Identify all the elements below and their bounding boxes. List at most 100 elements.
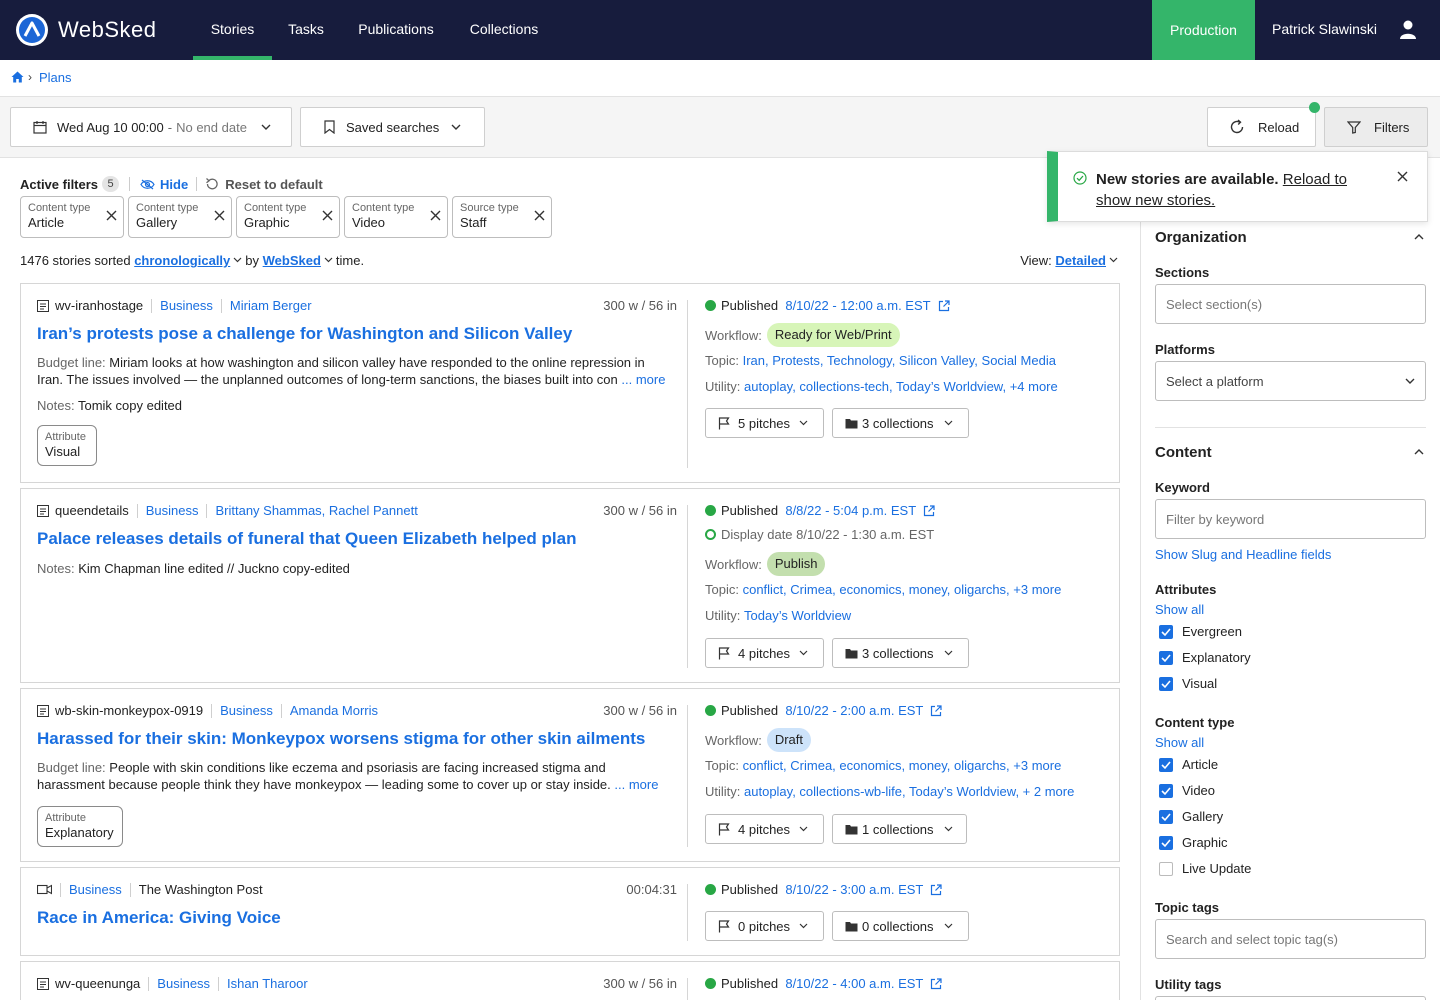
content-type-checkbox-gallery[interactable]: Gallery (1159, 809, 1223, 824)
more-link[interactable]: ... more (614, 777, 658, 792)
user-icon[interactable] (1400, 20, 1416, 40)
filter-chip[interactable]: Source type Staff (452, 196, 552, 238)
content-type-show-all-link[interactable]: Show all (1155, 735, 1204, 750)
story-author[interactable]: Ishan Tharoor (227, 976, 308, 991)
story-headline[interactable]: Palace releases details of funeral that … (37, 529, 576, 549)
topic-links[interactable]: Iran, Protests, Technology, Silicon Vall… (743, 353, 1056, 368)
user-name[interactable]: Patrick Slawinski (1272, 21, 1377, 37)
checkbox[interactable] (1159, 861, 1173, 876)
show-slug-headline-link[interactable]: Show Slug and Headline fields (1155, 547, 1331, 562)
external-link-icon[interactable] (938, 299, 950, 312)
story-section[interactable]: Business (220, 703, 273, 718)
external-link-icon[interactable] (930, 883, 942, 896)
story-card[interactable]: wv-iranhostage Business Miriam Berger 30… (20, 283, 1120, 483)
story-author[interactable]: Miriam Berger (230, 298, 312, 313)
platforms-select[interactable]: Select a platform (1155, 361, 1426, 401)
story-author[interactable]: Amanda Morris (290, 703, 378, 718)
published-date[interactable]: 8/8/22 - 5:04 p.m. EST (785, 503, 916, 518)
published-date[interactable]: 8/10/22 - 2:00 a.m. EST (785, 703, 923, 718)
published-date[interactable]: 8/10/22 - 4:00 a.m. EST (785, 976, 923, 991)
external-link-icon[interactable] (930, 704, 942, 717)
story-card[interactable]: queendetails Business Brittany Shammas, … (20, 488, 1120, 683)
checkbox[interactable] (1159, 809, 1173, 824)
story-headline[interactable]: Race in America: Giving Voice (37, 908, 281, 928)
topic-links[interactable]: conflict, Crimea, economics, money, olig… (743, 758, 1062, 773)
filter-chip[interactable]: Content type Gallery (128, 196, 232, 238)
checkbox[interactable] (1159, 783, 1173, 798)
story-section[interactable]: Business (160, 298, 213, 313)
pitches-dropdown[interactable]: 4 pitches (705, 814, 824, 844)
story-card[interactable]: wb-skin-monkeypox-0919 Business Amanda M… (20, 688, 1120, 862)
filter-chip[interactable]: Content type Graphic (236, 196, 340, 238)
story-section[interactable]: Business (157, 976, 210, 991)
story-section[interactable]: Business (69, 882, 122, 897)
breadcrumb-plans[interactable]: Plans (39, 70, 72, 85)
utility-links[interactable]: autoplay, collections-tech, Today’s Worl… (744, 379, 1058, 394)
saved-searches-dropdown[interactable]: Saved searches (300, 107, 485, 147)
home-icon[interactable] (11, 71, 24, 83)
sort-source-dropdown[interactable]: WebSked (263, 253, 321, 268)
checkbox[interactable] (1159, 624, 1173, 639)
story-section[interactable]: Business (146, 503, 199, 518)
content-heading[interactable]: Content (1155, 444, 1212, 461)
hide-filters-button[interactable]: Hide (160, 177, 188, 192)
checkbox[interactable] (1159, 676, 1173, 691)
keyword-input[interactable] (1155, 499, 1426, 539)
published-date[interactable]: 8/10/22 - 12:00 a.m. EST (785, 298, 930, 313)
view-mode-dropdown[interactable]: Detailed (1055, 253, 1106, 268)
tab-stories[interactable]: Stories (193, 0, 272, 60)
content-type-checkbox-graphic[interactable]: Graphic (1159, 835, 1228, 850)
reload-button[interactable]: Reload (1207, 107, 1316, 147)
story-card[interactable]: wv-queenunga Business Ishan Tharoor 300 … (20, 961, 1120, 1000)
collections-dropdown[interactable]: 3 collections (832, 638, 969, 668)
chevron-up-icon[interactable] (1414, 234, 1424, 240)
story-headline[interactable]: Iran’s protests pose a challenge for Was… (37, 324, 572, 344)
utility-links[interactable]: Today’s Worldview (744, 608, 851, 623)
filters-button[interactable]: Filters (1324, 107, 1428, 147)
pitches-dropdown[interactable]: 5 pitches (705, 408, 824, 438)
story-card[interactable]: Business The Washington Post 00:04:31 Ra… (20, 867, 1120, 956)
utility-links[interactable]: autoplay, collections-wb-life, Today’s W… (744, 784, 1074, 799)
external-link-icon[interactable] (923, 504, 935, 517)
close-icon[interactable] (534, 210, 545, 221)
story-author[interactable]: Brittany Shammas, Rachel Pannett (215, 503, 417, 518)
collections-dropdown[interactable]: 1 collections (832, 814, 967, 844)
close-icon[interactable] (1397, 171, 1408, 182)
close-icon[interactable] (106, 210, 117, 221)
organization-heading[interactable]: Organization (1155, 229, 1247, 246)
close-icon[interactable] (430, 210, 441, 221)
sort-order-dropdown[interactable]: chronologically (134, 253, 230, 268)
environment-button[interactable]: Production (1152, 0, 1255, 60)
pitches-dropdown[interactable]: 4 pitches (705, 638, 824, 668)
published-date[interactable]: 8/10/22 - 3:00 a.m. EST (785, 882, 923, 897)
pitches-dropdown[interactable]: 0 pitches (705, 911, 824, 941)
sections-input[interactable] (1155, 284, 1426, 324)
checkbox[interactable] (1159, 835, 1173, 850)
attributes-show-all-link[interactable]: Show all (1155, 602, 1204, 617)
date-range-picker[interactable]: Wed Aug 10 00:00 - No end date (10, 107, 292, 147)
external-link-icon[interactable] (930, 977, 942, 990)
tab-collections[interactable]: Collections (460, 0, 548, 60)
collections-dropdown[interactable]: 3 collections (832, 408, 969, 438)
content-type-checkbox-live-update[interactable]: Live Update (1159, 861, 1251, 876)
content-type-checkbox-article[interactable]: Article (1159, 757, 1218, 772)
topic-tags-input[interactable] (1155, 919, 1426, 959)
reset-to-default-button[interactable]: Reset to default (225, 177, 323, 192)
utility-tags-input[interactable] (1155, 996, 1426, 1000)
close-icon[interactable] (322, 210, 333, 221)
attribute-checkbox-visual[interactable]: Visual (1159, 676, 1217, 691)
tab-publications[interactable]: Publications (348, 0, 444, 60)
tab-tasks[interactable]: Tasks (280, 0, 332, 60)
checkbox[interactable] (1159, 757, 1173, 772)
topic-links[interactable]: conflict, Crimea, economics, money, olig… (743, 582, 1062, 597)
story-headline[interactable]: Harassed for their skin: Monkeypox worse… (37, 729, 645, 749)
attribute-checkbox-explanatory[interactable]: Explanatory (1159, 650, 1251, 665)
attribute-checkbox-evergreen[interactable]: Evergreen (1159, 624, 1242, 639)
close-icon[interactable] (214, 210, 225, 221)
filter-chip[interactable]: Content type Article (20, 196, 124, 238)
content-type-checkbox-video[interactable]: Video (1159, 783, 1215, 798)
chevron-up-icon[interactable] (1414, 449, 1424, 455)
websked-logo[interactable] (16, 14, 48, 46)
filter-chip[interactable]: Content type Video (344, 196, 448, 238)
checkbox[interactable] (1159, 650, 1173, 665)
